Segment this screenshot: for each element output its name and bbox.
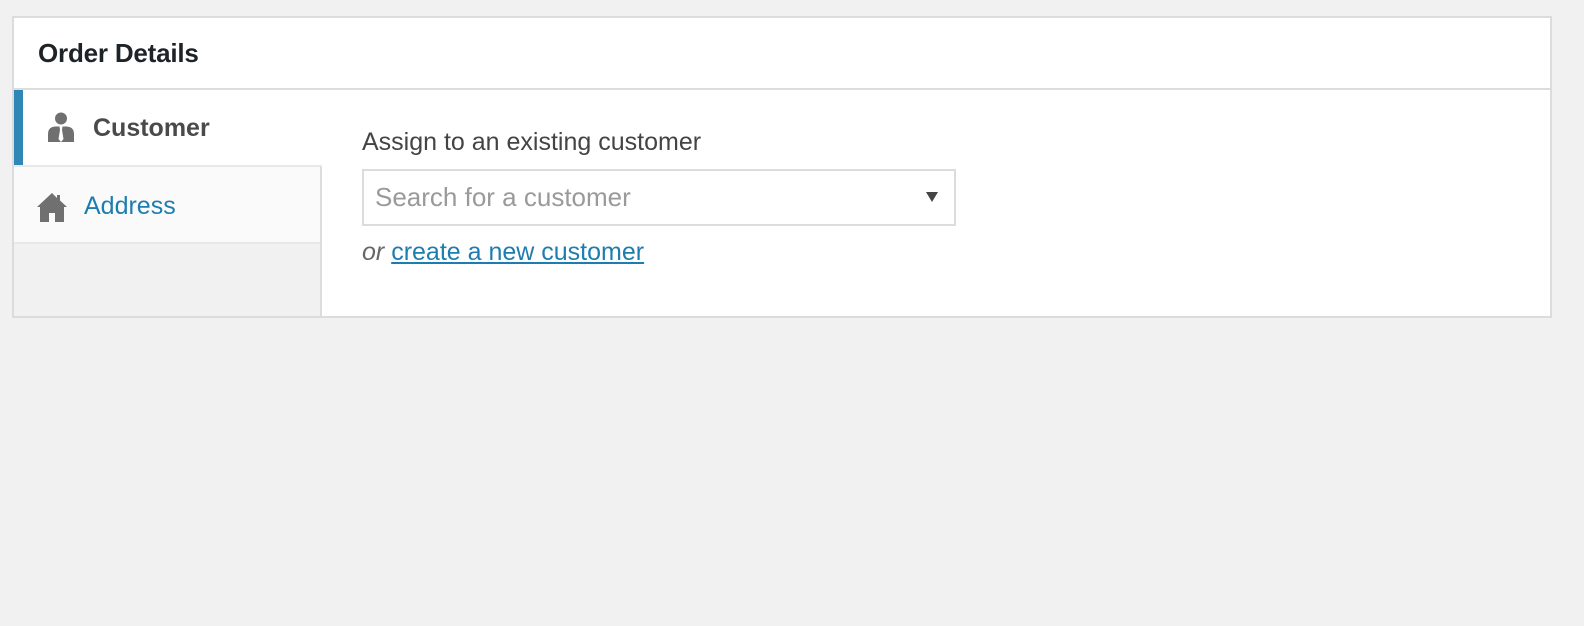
panel-title: Order Details [38, 37, 199, 68]
tab-list: Customer Address [14, 90, 322, 316]
customer-tab-content: Assign to an existing customer Search fo… [362, 128, 956, 267]
panel-body: Customer Address Assign to an existing c… [14, 90, 1550, 316]
home-icon [37, 193, 67, 222]
tab-customer[interactable]: Customer [14, 90, 322, 167]
tab-address-label: Address [84, 192, 176, 220]
customer-search-placeholder: Search for a customer [375, 182, 631, 212]
assign-customer-label: Assign to an existing customer [362, 128, 702, 156]
panel-header: Order Details [14, 18, 1550, 90]
tab-address[interactable]: Address [14, 167, 320, 244]
create-customer-line: or create a new customer [362, 238, 956, 267]
or-text: or [362, 238, 385, 266]
tab-customer-label: Customer [93, 114, 210, 142]
user-icon [48, 112, 74, 142]
order-details-panel: Order Details Customer Address Assign to… [12, 16, 1552, 318]
dropdown-arrow-icon [926, 192, 938, 202]
customer-search-select[interactable]: Search for a customer [362, 169, 956, 226]
create-customer-link[interactable]: create a new customer [391, 238, 644, 266]
